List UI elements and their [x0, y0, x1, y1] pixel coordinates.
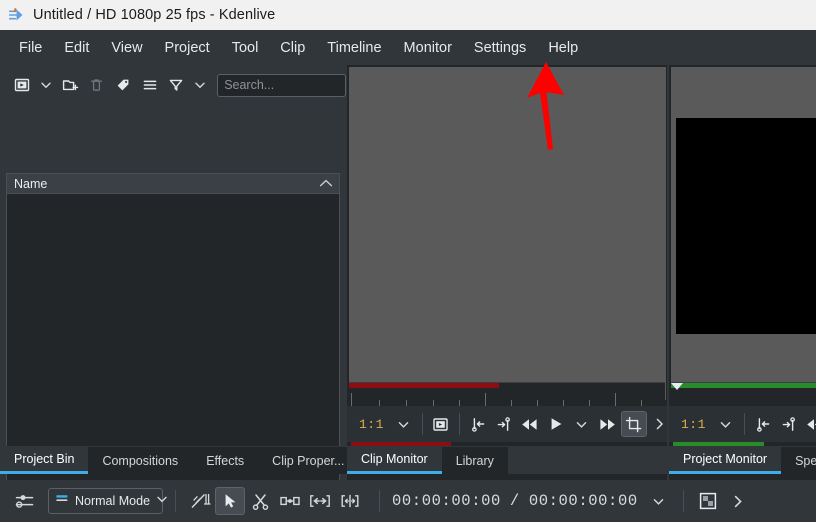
menu-tool[interactable]: Tool	[221, 36, 270, 60]
menu-monitor[interactable]: Monitor	[393, 36, 463, 60]
chevron-right-icon-timeline-overflow[interactable]	[723, 487, 753, 515]
rewind-icon-proj[interactable]	[802, 411, 816, 437]
zone-in-icon[interactable]	[465, 411, 491, 437]
clip-monitor-video-area[interactable]	[349, 67, 666, 400]
spacer-icon[interactable]	[275, 487, 305, 515]
search-placeholder: Search...	[224, 78, 275, 92]
tab-compositions[interactable]: Compositions	[88, 447, 193, 474]
zone-in-icon-proj[interactable]	[750, 411, 776, 437]
audio-mixer-icon[interactable]	[10, 487, 40, 515]
chevron-down-icon-play[interactable]	[569, 411, 595, 437]
normal-mode-icon	[55, 492, 69, 510]
rewind-icon[interactable]	[517, 411, 543, 437]
project-bin-panel: Search... Name Project Bin Compositions …	[0, 65, 368, 497]
chevron-down-icon-proj-zoom[interactable]	[713, 411, 739, 437]
timeline-separator-3	[682, 490, 684, 512]
menu-timeline[interactable]: Timeline	[316, 36, 392, 60]
scissors-icon[interactable]	[245, 487, 275, 515]
zone-out-icon[interactable]	[491, 411, 517, 437]
screen-icon[interactable]	[428, 411, 454, 437]
ripple-icon[interactable]	[305, 487, 335, 515]
edit-mode-select[interactable]: Normal Mode	[48, 488, 167, 514]
add-clip-icon[interactable]	[9, 73, 36, 98]
timeline-duration-timecode: 00:00:00:00	[528, 492, 638, 510]
toolbar-separator-2	[458, 413, 460, 435]
project-monitor-playhead[interactable]	[671, 383, 683, 390]
clip-monitor-zoom-level[interactable]: 1:1	[347, 417, 391, 432]
main-work-area: Search... Name Project Bin Compositions …	[0, 65, 816, 497]
filter-funnel-icon[interactable]	[163, 73, 190, 98]
tab-project-monitor[interactable]: Project Monitor	[669, 447, 782, 474]
menu-file[interactable]: File	[8, 36, 53, 60]
trash-icon	[84, 73, 111, 98]
chevron-down-icon-filter[interactable]	[190, 73, 212, 98]
new-folder-icon[interactable]	[57, 73, 84, 98]
slip-icon[interactable]	[335, 487, 365, 515]
timecode-separator: /	[509, 492, 520, 510]
window-titlebar: Untitled / HD 1080p 25 fps - Kdenlive	[0, 0, 816, 30]
edit-mode-label: Normal Mode	[75, 494, 151, 508]
chevron-down-icon-clip-zoom[interactable]	[391, 411, 417, 437]
project-monitor-zoom-level[interactable]: 1:1	[669, 417, 713, 432]
clip-monitor-toolbar: 1:1	[347, 406, 667, 442]
chevron-down-icon-edit-mode[interactable]	[156, 492, 168, 510]
timeline-grid-icon[interactable]	[693, 487, 723, 515]
tag-icon[interactable]	[110, 73, 137, 98]
timeline-separator-1	[175, 490, 176, 512]
menubar: File Edit View Project Tool Clip Timelin…	[0, 30, 816, 65]
menu-project[interactable]: Project	[154, 36, 221, 60]
clip-monitor-zone	[349, 383, 499, 388]
project-monitor-black-frame	[676, 118, 816, 334]
menu-clip[interactable]: Clip	[269, 36, 316, 60]
menu-view[interactable]: View	[100, 36, 153, 60]
bin-column-name-label: Name	[14, 176, 48, 191]
menu-settings[interactable]: Settings	[463, 36, 537, 60]
zone-out-icon-proj[interactable]	[776, 411, 802, 437]
kdenlive-logo-icon	[7, 6, 25, 24]
tab-project-bin[interactable]: Project Bin	[0, 447, 89, 474]
fast-forward-icon[interactable]	[595, 411, 621, 437]
project-monitor-tabstrip: Project Monitor Speech Ed	[669, 446, 816, 474]
chevron-down-icon-timecode[interactable]	[644, 487, 674, 515]
chevron-down-icon[interactable]	[36, 73, 58, 98]
clip-monitor-tabstrip: Clip Monitor Library	[347, 446, 667, 474]
menu-edit[interactable]: Edit	[53, 36, 100, 60]
project-bin-toolbar: Search...	[0, 65, 347, 105]
tab-effects[interactable]: Effects	[192, 447, 259, 474]
toolbar-separator-proj	[743, 413, 745, 435]
project-monitor-zone	[671, 383, 816, 388]
timeline-zone-icon[interactable]	[185, 487, 215, 515]
tab-clip-properties[interactable]: Clip Proper...	[258, 447, 359, 474]
hamburger-menu-icon[interactable]	[137, 73, 164, 98]
tab-library[interactable]: Library	[441, 447, 508, 474]
bin-column-header[interactable]: Name	[6, 173, 340, 194]
cursor-arrow-icon[interactable]	[215, 487, 245, 515]
project-monitor-ruler[interactable]	[671, 382, 816, 406]
timeline-toolbar: Normal Mode 00:00:00:00 / 00:00:00:00	[0, 480, 816, 522]
timeline-position-timecode[interactable]: 00:00:00:00	[392, 492, 501, 510]
clip-monitor-ticks	[349, 391, 665, 407]
tab-speech-editor[interactable]: Speech Ed	[781, 447, 816, 474]
project-monitor-video-area[interactable]	[671, 67, 816, 400]
crop-icon[interactable]	[620, 411, 647, 437]
clip-monitor-ruler[interactable]	[349, 382, 665, 407]
left-dock-tabstrip: Project Bin Compositions Effects Clip Pr…	[0, 446, 368, 474]
chevron-up-icon[interactable]	[319, 175, 333, 193]
tab-clip-monitor[interactable]: Clip Monitor	[347, 447, 442, 474]
toolbar-separator-1	[421, 413, 423, 435]
menu-help[interactable]: Help	[537, 36, 589, 60]
kdenlive-window: Untitled / HD 1080p 25 fps - Kdenlive Fi…	[0, 0, 816, 522]
timeline-separator-2	[379, 490, 380, 512]
search-input[interactable]: Search...	[217, 73, 347, 97]
window-title: Untitled / HD 1080p 25 fps - Kdenlive	[33, 7, 276, 23]
project-monitor-toolbar: 1:1	[669, 406, 816, 442]
play-icon[interactable]	[543, 411, 569, 437]
